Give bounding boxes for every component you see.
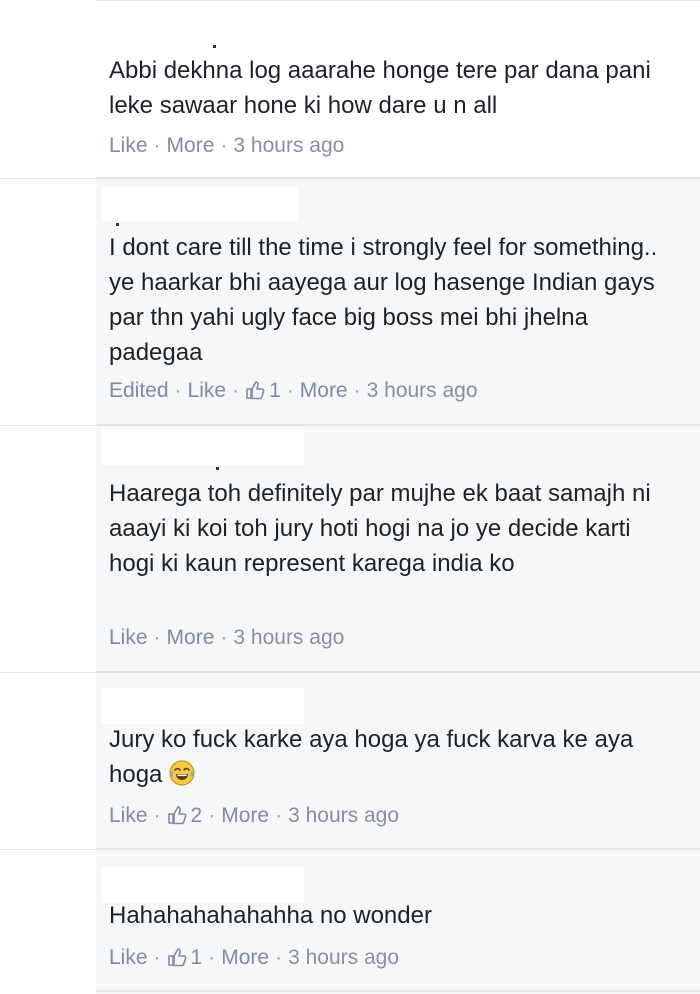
- reaction-count-value: 1: [269, 379, 281, 402]
- like-link[interactable]: Like: [109, 946, 148, 969]
- comment-list: Abbi dekhna log aaarahe honge tere par d…: [96, 0, 700, 994]
- comment-item: I dont care till the time i strongly fee…: [96, 179, 700, 426]
- redacted-name: [102, 429, 304, 465]
- comment-item: Hahahahahahahha no wonder Like · 1 · More · 3 …: [96, 850, 700, 992]
- timestamp[interactable]: 3 hours ago: [233, 626, 344, 649]
- redacted-name: [213, 45, 216, 48]
- redacted-name-fragment: [116, 223, 119, 226]
- comment-text: I dont care till the time i strongly fee…: [109, 234, 658, 366]
- comment-item: Abbi dekhna log aaarahe honge tere par d…: [96, 0, 700, 179]
- more-link[interactable]: More: [221, 804, 269, 827]
- reaction-count[interactable]: 2: [167, 804, 203, 827]
- timestamp[interactable]: 3 hours ago: [288, 946, 399, 969]
- redacted-name-fragment: [216, 467, 219, 470]
- more-link[interactable]: More: [300, 379, 348, 402]
- redacted-name: [102, 186, 298, 222]
- comment-item: Jury ko fuck karke aya hoga ya fuck karv…: [96, 673, 700, 850]
- comment-actions: Like · More · 3 hours ago: [109, 134, 345, 157]
- like-link[interactable]: Like: [109, 134, 148, 157]
- more-link[interactable]: More: [167, 134, 215, 157]
- thumbs-up-icon: [167, 948, 187, 967]
- comment-text: Haarega toh definitely par mujhe ek baat…: [109, 480, 651, 577]
- reaction-count-value: 2: [190, 804, 203, 827]
- more-link[interactable]: More: [221, 946, 269, 969]
- timestamp[interactable]: 3 hours ago: [288, 804, 399, 827]
- comment-item: Haarega toh definitely par mujhe ek baat…: [96, 426, 700, 673]
- comment-actions: Edited · Like · 1 · More · 3 hours ago: [109, 379, 478, 402]
- comment-actions: Like · More · 3 hours ago: [109, 626, 345, 649]
- timestamp[interactable]: 3 hours ago: [233, 134, 344, 157]
- divider: [0, 849, 96, 850]
- redacted-name: [102, 688, 304, 724]
- reaction-count-value: 1: [190, 946, 203, 969]
- like-link[interactable]: Like: [188, 379, 227, 402]
- thumbs-up-icon: [167, 806, 187, 825]
- comment-text: Abbi dekhna log aaarahe honge tere par d…: [109, 57, 651, 119]
- reaction-count[interactable]: 1: [245, 379, 281, 402]
- divider: [0, 672, 96, 673]
- divider: [0, 178, 96, 179]
- divider: [0, 425, 96, 426]
- left-avatar-column: [0, 0, 96, 994]
- like-link[interactable]: Like: [109, 804, 148, 827]
- edited-link[interactable]: Edited: [109, 379, 169, 402]
- comment-text: Jury ko fuck karke aya hoga ya fuck karv…: [109, 722, 680, 792]
- timestamp[interactable]: 3 hours ago: [367, 379, 478, 402]
- comment-actions: Like · 1 · More · 3 hours ago: [109, 946, 399, 969]
- thumbs-up-icon: [246, 381, 265, 400]
- tears-of-joy-emoji-icon: [169, 760, 195, 786]
- like-link[interactable]: Like: [109, 626, 148, 649]
- reaction-count[interactable]: 1: [167, 946, 203, 969]
- comment-text: Hahahahahahahha no wonder: [109, 902, 432, 929]
- more-link[interactable]: More: [167, 626, 215, 649]
- comment-actions: Like · 2 · More · 3 hours ago: [109, 804, 399, 827]
